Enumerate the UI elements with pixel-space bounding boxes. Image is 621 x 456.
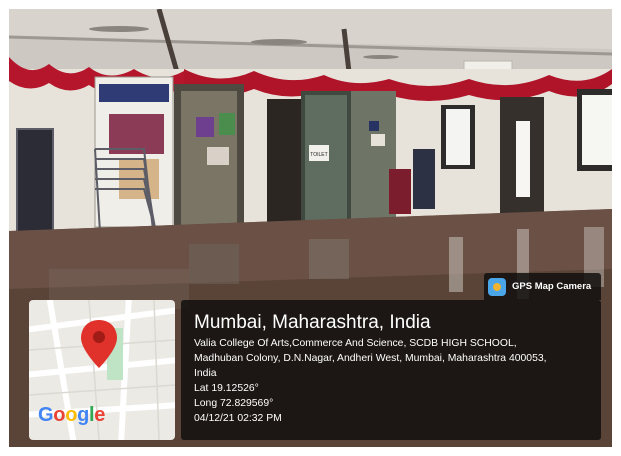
timestamp: 04/12/21 02:32 PM <box>194 413 282 424</box>
camera-app-icon <box>488 277 506 296</box>
sign-text: TOILET <box>310 152 327 158</box>
badge-label: GPS Map Camera <box>512 281 592 292</box>
google-logo: Google <box>38 404 106 426</box>
location-info-panel: Mumbai, Maharashtra, India Valia College… <box>181 300 601 440</box>
address-line: Valia College Of Arts,Commerce And Scien… <box>194 338 517 349</box>
floor-reflection <box>449 237 463 292</box>
map-thumbnail: Google <box>29 300 175 440</box>
location-city: Mumbai, Maharashtra, India <box>194 312 431 333</box>
longitude: Long 72.829569° <box>194 398 274 409</box>
gps-map-camera-badge: GPS Map Camera <box>484 273 601 300</box>
photo-frame: TOILET GPS Map Camera Google Mumbai, Mah… <box>0 0 621 456</box>
address-line: Madhuban Colony, D.N.Nagar, Andheri West… <box>194 353 547 364</box>
address-line: India <box>194 368 217 379</box>
latitude: Lat 19.12526° <box>194 383 259 394</box>
